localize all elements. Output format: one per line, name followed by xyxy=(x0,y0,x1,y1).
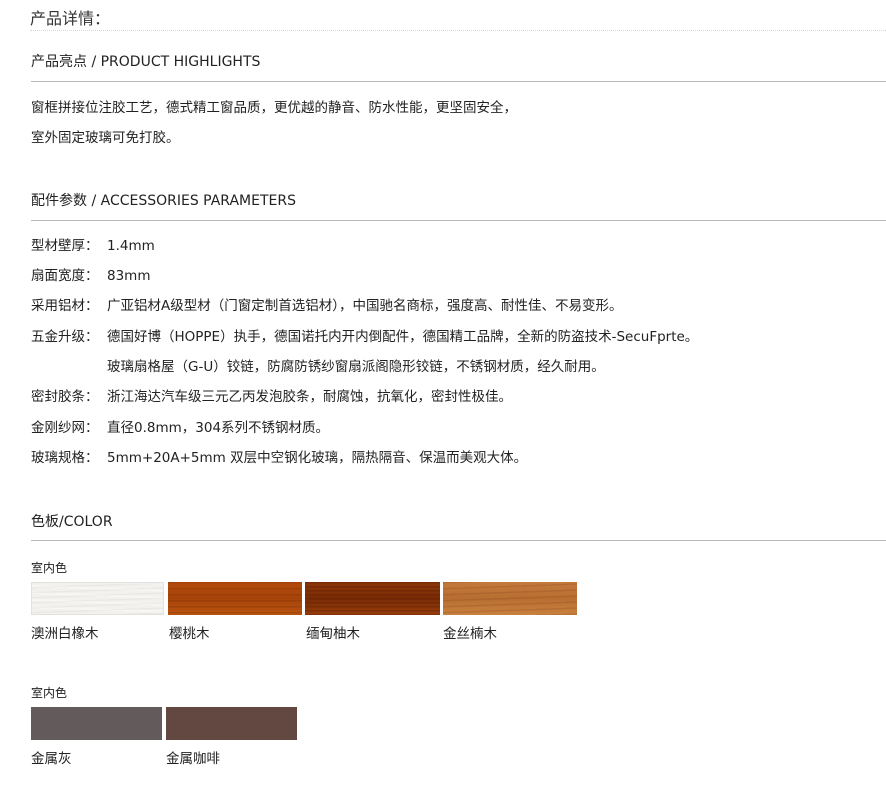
color-title: 色板/COLOR xyxy=(31,514,113,530)
param-row-aluminum: 采用铝材： 广亚铝材A级型材（门窗定制首选铝材），中国驰名商标，强度高、耐性佳、不… xyxy=(31,291,622,321)
swatch-metal-coffee xyxy=(166,707,297,740)
highlights-divider xyxy=(31,81,886,82)
swatch-white-oak xyxy=(31,582,164,615)
param-label: 玻璃规格： xyxy=(31,450,99,466)
swatch-name: 金属咖啡 xyxy=(166,751,220,767)
param-value: 浙江海达汽车级三元乙丙发泡胶条，耐腐蚀，抗氧化，密封性极佳。 xyxy=(107,389,512,405)
param-label: 型材壁厚： xyxy=(31,238,99,254)
param-row-wall-thickness: 型材壁厚： 1.4mm xyxy=(31,231,155,261)
highlights-line-1: 窗框拼接位注胶工艺，德式精工窗品质，更优越的静音、防水性能，更坚固安全， xyxy=(31,100,517,116)
param-value: 直径0.8mm，304系列不锈钢材质。 xyxy=(107,420,330,436)
param-value: 德国好博（HOPPE）执手，德国诺托内开内倒配件，德国精工品牌，全新的防盗技术-… xyxy=(107,329,699,345)
param-value: 1.4mm xyxy=(107,238,155,254)
highlights-title: 产品亮点 / PRODUCT HIGHLIGHTS xyxy=(31,54,261,70)
color-divider xyxy=(31,540,886,541)
page-heading: 产品详情： xyxy=(30,9,111,28)
swatch-name: 金属灰 xyxy=(31,751,72,767)
param-row-hinges: 玻璃扇格屋（G-U）铰链，防腐防锈纱窗扇派阁隐形铰链，不锈钢材质，经久耐用。 xyxy=(107,359,605,375)
swatch-name: 澳洲白橡木 xyxy=(31,626,99,642)
param-value: 83mm xyxy=(107,268,151,284)
param-value: 5mm+20A+5mm 双层中空钢化玻璃，隔热隔音、保温而美观大体。 xyxy=(107,450,528,466)
swatch-metal-gray xyxy=(31,707,162,740)
param-row-sash-width: 扇面宽度： 83mm xyxy=(31,261,150,291)
param-label: 采用铝材： xyxy=(31,298,99,314)
swatch-burma-teak xyxy=(305,582,440,615)
heading-divider xyxy=(30,30,886,31)
swatch-golden-nanmu xyxy=(443,582,577,615)
swatch-cherry xyxy=(168,582,302,615)
param-label: 密封胶条： xyxy=(31,389,99,405)
highlights-text: 窗框拼接位注胶工艺，德式精工窗品质，更优越的静音、防水性能，更坚固安全， 室外固… xyxy=(31,93,517,153)
param-label: 金刚纱网： xyxy=(31,420,99,436)
param-label: 五金升级： xyxy=(31,329,99,345)
param-row-glass-spec: 玻璃规格： 5mm+20A+5mm 双层中空钢化玻璃，隔热隔音、保温而美观大体。 xyxy=(31,443,527,473)
swatch-name: 缅甸柚木 xyxy=(306,626,360,642)
param-row-hardware: 五金升级： 德国好博（HOPPE）执手，德国诺托内开内倒配件，德国精工品牌，全新的… xyxy=(31,322,698,352)
swatch-name: 金丝楠木 xyxy=(443,626,497,642)
highlights-line-2: 室外固定玻璃可免打胶。 xyxy=(31,130,180,146)
param-label: 扇面宽度： xyxy=(31,268,99,284)
color-group-label: 室内色 xyxy=(31,686,68,700)
color-group-label: 室内色 xyxy=(31,561,68,575)
param-row-screen-mesh: 金刚纱网： 直径0.8mm，304系列不锈钢材质。 xyxy=(31,413,329,443)
swatch-name: 樱桃木 xyxy=(169,626,210,642)
param-value: 广亚铝材A级型材（门窗定制首选铝材），中国驰名商标，强度高、耐性佳、不易变形。 xyxy=(107,298,623,314)
accessories-divider xyxy=(31,220,886,221)
param-row-seal-strip: 密封胶条： 浙江海达汽车级三元乙丙发泡胶条，耐腐蚀，抗氧化，密封性极佳。 xyxy=(31,382,512,412)
accessories-title: 配件参数 / ACCESSORIES PARAMETERS xyxy=(31,193,296,209)
